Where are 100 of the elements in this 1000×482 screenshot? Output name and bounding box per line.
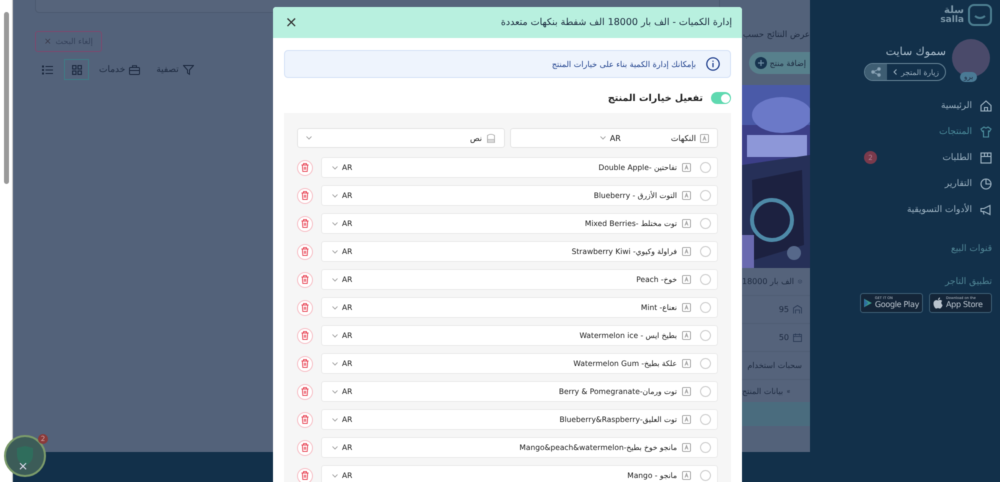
- text-field-icon: [682, 219, 691, 228]
- trash-icon: [301, 275, 309, 284]
- share-icon: [871, 67, 882, 77]
- text-field-icon: [682, 247, 691, 256]
- close-button[interactable]: ×: [18, 460, 28, 472]
- logo-icon: [968, 4, 992, 26]
- trash-icon: [301, 247, 309, 256]
- close-button[interactable]: ×: [281, 15, 302, 30]
- section-heading: قنوات البيع: [950, 244, 992, 254]
- trash-icon: [301, 359, 309, 368]
- radio-button[interactable]: [700, 470, 711, 481]
- text-field-icon: [682, 359, 691, 368]
- caret-icon: [332, 250, 338, 254]
- grid-view-button[interactable]: [64, 59, 89, 80]
- trash-icon: [301, 191, 309, 200]
- caret-icon: [332, 278, 338, 282]
- radio-button[interactable]: [700, 162, 711, 173]
- caret-icon: [332, 362, 338, 366]
- delete-button[interactable]: [297, 412, 313, 428]
- avatar: [952, 39, 990, 77]
- caret-icon: [332, 390, 338, 394]
- megaphone-icon: [980, 204, 992, 216]
- results-label: عرض النتائج حسب: [742, 30, 810, 40]
- delete-button[interactable]: [297, 300, 313, 316]
- text-field-icon: [700, 134, 709, 142]
- logo-text: سلة: [944, 6, 964, 16]
- trash-icon: [301, 387, 309, 396]
- radio-button[interactable]: [700, 302, 711, 313]
- radio-button[interactable]: [700, 414, 711, 425]
- radio-button[interactable]: [700, 358, 711, 369]
- info-icon: [706, 57, 720, 71]
- radio-button[interactable]: [700, 218, 711, 229]
- radio-button[interactable]: [700, 274, 711, 285]
- delete-button[interactable]: [297, 244, 313, 260]
- document-icon: [486, 133, 496, 143]
- nav-item[interactable]: التقارير: [820, 171, 992, 197]
- text-field-icon: [682, 163, 691, 172]
- warehouse-icon: [793, 305, 802, 314]
- caret-icon: [332, 418, 338, 422]
- delete-button[interactable]: [297, 272, 313, 288]
- caret-icon: [332, 306, 338, 310]
- grid-icon: [72, 64, 82, 74]
- store-name: سموك سايت: [886, 45, 946, 58]
- trash-icon: [301, 415, 309, 424]
- plus-icon: [754, 57, 767, 69]
- caret-icon: [332, 334, 338, 338]
- text-field-icon: [682, 415, 691, 424]
- home-icon: [980, 100, 992, 112]
- radio-button[interactable]: [700, 386, 711, 397]
- section-heading: تطبيق التاجر: [944, 277, 992, 287]
- radio-button[interactable]: [700, 442, 711, 453]
- dialog-title: إدارة الكميات - الف بار 18000 الف شفطة بنكهات متعددة: [500, 17, 732, 28]
- funnel-icon: [182, 64, 194, 74]
- option-type-select[interactable]: نص: [297, 128, 505, 148]
- delete-button[interactable]: [297, 440, 313, 456]
- shirt-icon: [980, 126, 992, 138]
- scrollbar[interactable]: [0, 0, 13, 482]
- delete-button[interactable]: [297, 468, 313, 482]
- text-field-icon: [682, 331, 691, 340]
- nav-item[interactable]: الرئيسية: [820, 93, 992, 119]
- caret-icon: [332, 446, 338, 450]
- caret-icon: [306, 136, 312, 140]
- text-field-icon: [682, 387, 691, 396]
- trash-icon: [301, 163, 309, 172]
- caret-icon: [332, 222, 338, 226]
- box-icon: [980, 152, 992, 164]
- delete-button[interactable]: [297, 328, 313, 344]
- radio-button[interactable]: [700, 246, 711, 257]
- list-icon: [42, 64, 53, 74]
- caret-icon: [332, 474, 338, 478]
- toggle-label: تفعيل خيارات المنتج: [608, 92, 703, 104]
- text-field-icon: [682, 443, 691, 452]
- calendar-icon: [793, 333, 802, 342]
- chevron-icon: [893, 69, 898, 75]
- logo-text: salla: [940, 16, 964, 24]
- radio-button[interactable]: [700, 330, 711, 341]
- nav-item[interactable]: الأدوات التسويقية: [820, 197, 992, 223]
- share-button[interactable]: [865, 64, 888, 80]
- briefcase-icon: [129, 64, 140, 74]
- play-icon: [864, 297, 872, 309]
- delete-button[interactable]: [297, 356, 313, 372]
- trash-icon: [301, 219, 309, 228]
- radio-button[interactable]: [700, 190, 711, 201]
- delete-button[interactable]: [297, 384, 313, 400]
- delete-button[interactable]: [297, 188, 313, 204]
- caret-icon: [600, 136, 606, 140]
- trash-icon: [301, 303, 309, 312]
- apple-icon: [933, 297, 943, 309]
- caret-icon: [332, 194, 338, 198]
- text-field-icon: [682, 471, 691, 480]
- pie-chart-icon: [980, 178, 992, 190]
- trash-icon: [301, 443, 309, 452]
- delete-button[interactable]: [297, 216, 313, 232]
- info-text: بإمكانك إدارة الكمية بناء على خيارات المنتج: [552, 60, 696, 68]
- text-field-icon: [682, 303, 691, 312]
- delete-button[interactable]: [297, 160, 313, 176]
- toggle-switch[interactable]: [711, 92, 731, 104]
- trash-icon: [301, 471, 309, 480]
- caret-icon: [332, 166, 338, 170]
- text-field-icon: [682, 191, 691, 200]
